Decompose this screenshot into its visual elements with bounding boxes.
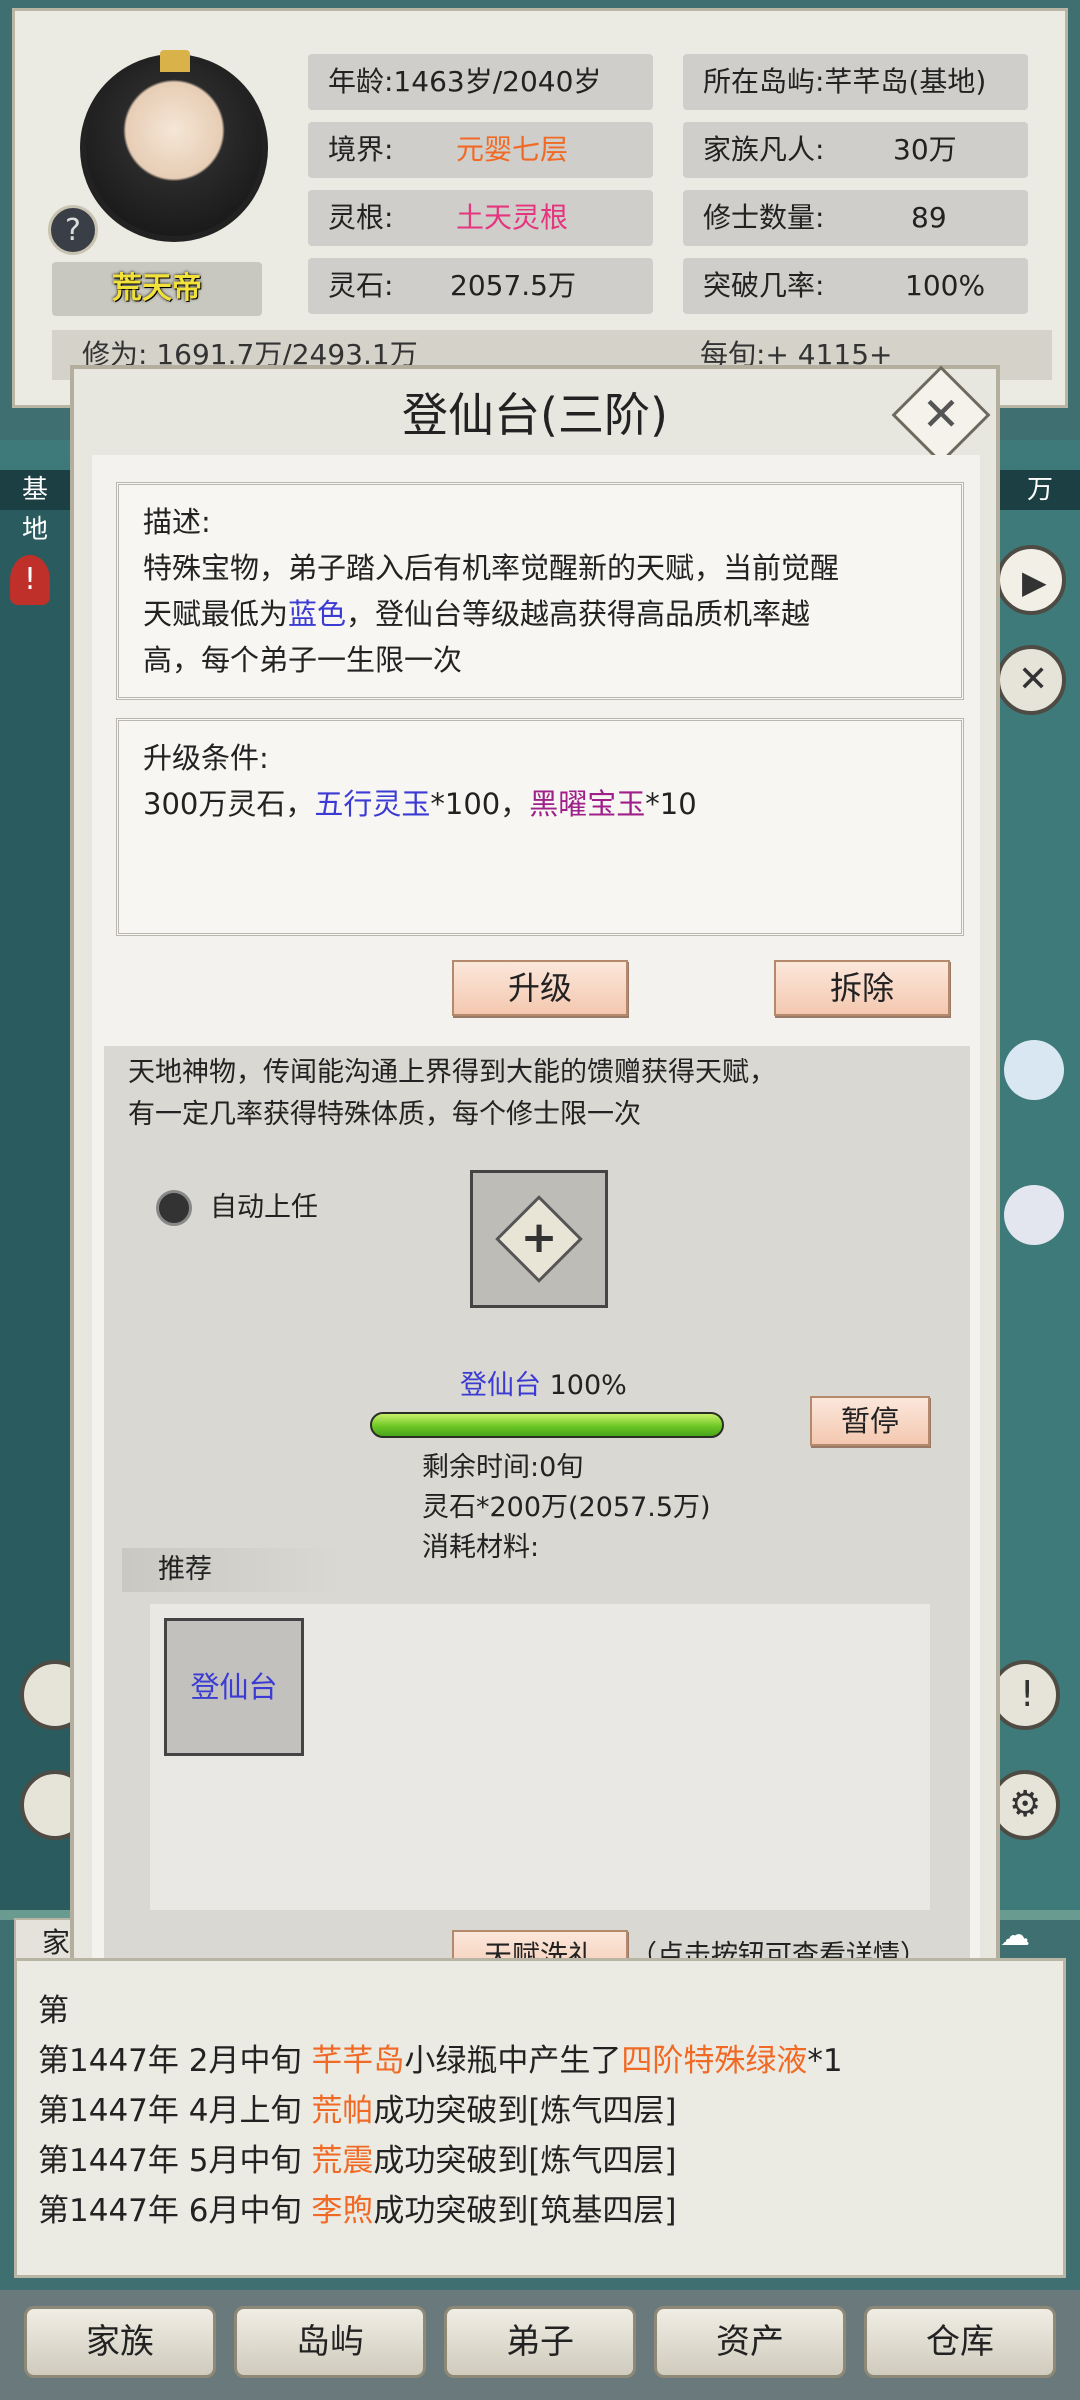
cost-materials: 消耗材料: xyxy=(422,1532,540,1563)
requirement-text: 300万灵石， xyxy=(143,787,315,821)
play-icon[interactable]: ▶ xyxy=(996,545,1066,615)
help-icon[interactable]: ? xyxy=(48,205,98,255)
upgrade-button[interactable]: 升级 xyxy=(452,960,628,1016)
progress-building-name: 登仙台 xyxy=(460,1370,541,1401)
cultivators-value: 89 xyxy=(911,201,947,234)
breakthrough-stat: 突破几率: 100% xyxy=(683,258,1028,314)
requirement-item-obsidian-jade[interactable]: 黑曜宝玉 xyxy=(529,787,645,821)
player-name: 荒天帝 xyxy=(52,262,262,316)
log-highlight[interactable]: 荒帕 xyxy=(311,2093,373,2129)
log-date: 第1447年 5月中旬 xyxy=(38,2143,312,2179)
log-highlight[interactable]: 四阶特殊绿液 xyxy=(621,2043,807,2079)
cloud-icon: ☁ xyxy=(1000,1918,1030,1953)
spirit-stones-value: 2057.5万 xyxy=(450,269,576,302)
spirit-root-stat: 灵根: 土天灵根 xyxy=(308,190,653,246)
player-avatar[interactable] xyxy=(80,54,268,242)
log-text: *1 xyxy=(807,2043,843,2079)
requirement-text: *100， xyxy=(430,787,530,821)
auto-assign-radio[interactable] xyxy=(156,1190,192,1226)
log-highlight[interactable]: 芊芊岛 xyxy=(311,2043,404,2079)
mortals-stat: 家族凡人: 30万 xyxy=(683,122,1028,178)
spirit-stones-stat: 灵石: 2057.5万 xyxy=(308,258,653,314)
progress-percent: 100% xyxy=(549,1370,627,1401)
map-base-label: 基地 xyxy=(0,470,70,545)
description-line-2: 天赋最低为蓝色，登仙台等级越高获得高品质机率越 xyxy=(143,591,943,637)
log-line: 第1447年 5月中旬 荒震成功突破到[炼气四层] xyxy=(38,2138,677,2184)
log-text: 成功突破到[炼气四层] xyxy=(373,2093,677,2129)
map-right-label: 万 xyxy=(1000,470,1080,510)
tab-assets[interactable]: 资产 xyxy=(654,2306,846,2378)
description-heading: 描述: xyxy=(143,505,211,539)
remaining-time: 剩余时间:0旬 xyxy=(422,1452,584,1483)
requirement-text: *10 xyxy=(645,787,697,821)
description-box: 描述: 特殊宝物，弟子踏入后有机率觉醒新的天赋，当前觉醒 天赋最低为蓝色，登仙台… xyxy=(116,482,964,700)
description-text: 天赋最低为 xyxy=(143,597,289,631)
description-line-3: 高，每个弟子一生限一次 xyxy=(143,643,463,677)
log-line: 第1447年 6月中旬 李煦成功突破到[筑基四层] xyxy=(38,2188,677,2234)
upgrade-heading: 升级条件: xyxy=(143,741,269,775)
mortals-value: 30万 xyxy=(893,133,957,166)
tab-disciples[interactable]: 弟子 xyxy=(444,2306,636,2378)
progress-bar-fill xyxy=(372,1414,722,1436)
island-stat: 所在岛屿:芊芊岛(基地) xyxy=(683,54,1028,110)
dismantle-button[interactable]: 拆除 xyxy=(774,960,950,1016)
description-line-1: 特殊宝物，弟子踏入后有机率觉醒新的天赋，当前觉醒 xyxy=(143,551,840,585)
requirement-item-wuxing-jade[interactable]: 五行灵玉 xyxy=(314,787,430,821)
log-line: 第1447年 2月中旬 芊芊岛小绿瓶中产生了四阶特殊绿液*1 xyxy=(38,2038,843,2084)
log-highlight[interactable]: 李煦 xyxy=(311,2193,373,2229)
breakthrough-label: 突破几率: xyxy=(703,269,825,302)
mortals-label: 家族凡人: xyxy=(703,133,825,166)
log-text: 小绿瓶中产生了 xyxy=(404,2043,622,2079)
log-line-partial: 第 xyxy=(38,1993,69,2029)
recommend-item[interactable]: 登仙台 xyxy=(164,1618,304,1756)
age-stat: 年龄:1463岁/2040岁 xyxy=(308,54,653,110)
crown-icon xyxy=(160,50,190,72)
log-date: 第1447年 6月中旬 xyxy=(38,2193,312,2229)
recommend-tab[interactable]: 推荐 xyxy=(122,1548,342,1592)
spirit-root-label: 灵根: xyxy=(328,201,394,234)
realm-stat: 境界: 元婴七层 xyxy=(308,122,653,178)
upgrade-conditions-box: 升级条件: 300万灵石，五行灵玉*100，黑曜宝玉*10 xyxy=(116,718,964,936)
log-line: 第1447年 4月上旬 荒帕成功突破到[炼气四层] xyxy=(38,2088,677,2134)
dialog-title: 登仙台(三阶) xyxy=(402,388,668,442)
cultivators-label: 修士数量: xyxy=(703,201,825,234)
log-text: 成功突破到[筑基四层] xyxy=(373,2193,677,2229)
tab-warehouse[interactable]: 仓库 xyxy=(864,2306,1056,2378)
cultivators-stat: 修士数量: 89 xyxy=(683,190,1028,246)
breakthrough-value: 100% xyxy=(905,269,986,302)
settings-gear-icon[interactable]: ⚙ xyxy=(990,1770,1060,1840)
realm-label: 境界: xyxy=(328,133,394,166)
log-date: 第1447年 4月上旬 xyxy=(38,2093,312,2129)
cost-spirit-stones: 灵石*200万(2057.5万) xyxy=(422,1492,711,1523)
tab-islands[interactable]: 岛屿 xyxy=(234,2306,426,2378)
spirit-root-value: 土天灵根 xyxy=(456,201,569,234)
log-text: 成功突破到[炼气四层] xyxy=(373,2143,677,2179)
cross-swords-icon[interactable]: ✕ xyxy=(996,645,1066,715)
disciple-avatar-icon[interactable] xyxy=(1004,1040,1064,1100)
alert-icon[interactable]: ! xyxy=(10,555,50,605)
lore-line-2: 有一定几率获得特殊体质，每个修士限一次 xyxy=(128,1099,641,1130)
tab-family[interactable]: 家族 xyxy=(24,2306,216,2378)
log-highlight[interactable]: 荒震 xyxy=(311,2143,373,2179)
quality-blue-text: 蓝色 xyxy=(288,597,347,631)
close-icon[interactable]: ✕ xyxy=(906,380,976,450)
quest-icon[interactable]: ! xyxy=(990,1660,1060,1730)
log-date: 第1447年 2月中旬 xyxy=(38,2043,312,2079)
upgrade-requirements: 300万灵石，五行灵玉*100，黑曜宝玉*10 xyxy=(143,781,943,827)
disciple-avatar-icon[interactable] xyxy=(1004,1185,1064,1245)
spirit-stones-label: 灵石: xyxy=(328,269,394,302)
auto-assign-label: 自动上任 xyxy=(210,1192,318,1223)
progress-label: 登仙台 100% xyxy=(460,1366,627,1406)
description-text: ，登仙台等级越高获得高品质机率越 xyxy=(346,597,811,631)
plus-icon[interactable]: + xyxy=(508,1208,570,1270)
realm-value: 元婴七层 xyxy=(456,133,569,166)
pause-button[interactable]: 暂停 xyxy=(810,1396,930,1446)
lore-line-1: 天地神物，传闻能沟通上界得到大能的馈赠获得天赋， xyxy=(128,1057,776,1088)
